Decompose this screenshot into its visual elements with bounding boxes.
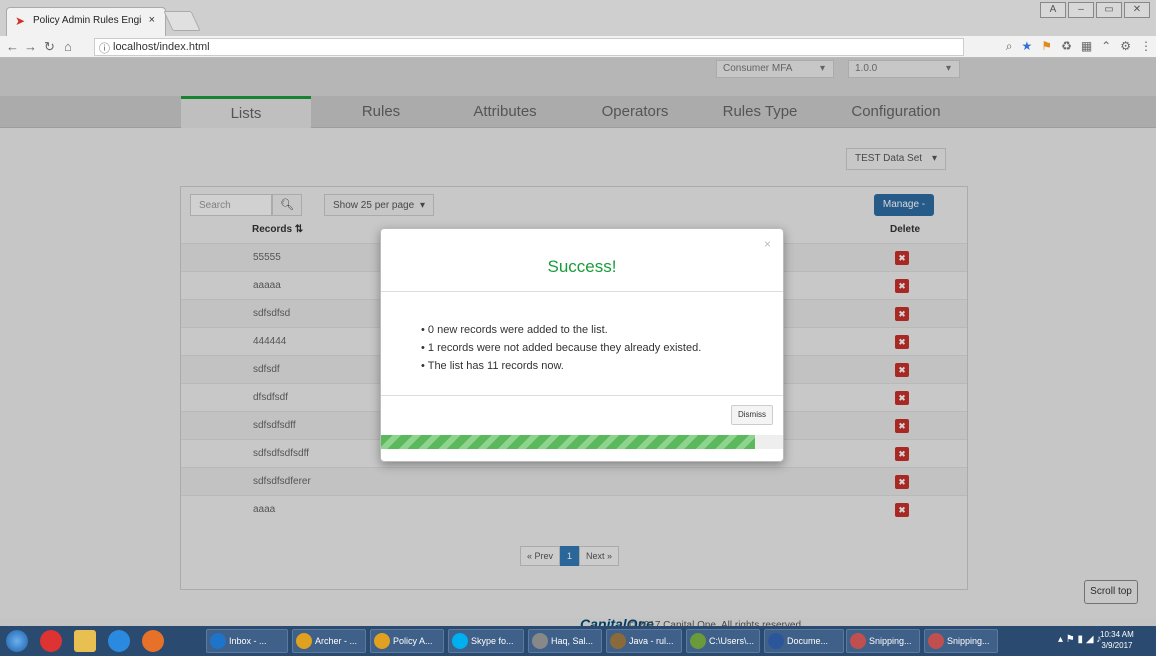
modal-title: Success! (547, 257, 617, 276)
url-text: localhost/index.html (113, 41, 210, 53)
reload-icon[interactable]: ↻ (44, 39, 55, 55)
modal-message: 1 records were not added because they al… (421, 339, 701, 357)
app-icon[interactable] (40, 630, 62, 652)
forward-icon[interactable]: → (24, 39, 37, 54)
file-explorer-icon[interactable] (74, 630, 96, 652)
capitalone-favicon-icon: ➤ (15, 14, 26, 28)
firefox-icon[interactable] (142, 630, 164, 652)
modal-message-list: 0 new records were added to the list. 1 … (421, 321, 702, 375)
maximize-button[interactable]: ▭ (1096, 2, 1122, 18)
start-button-icon[interactable] (6, 630, 28, 652)
minimize-button[interactable]: – (1068, 2, 1094, 18)
clock-date: 3/9/2017 (1101, 641, 1133, 650)
modal-header-divider (381, 291, 783, 292)
window-controls: A – ▭ ✕ (1040, 2, 1150, 22)
back-icon[interactable]: ← (6, 39, 19, 54)
taskbar-clock[interactable]: 10:34 AM 3/9/2017 (1100, 629, 1134, 651)
system-tray-icons[interactable]: ▴ ⚑ ▮ ◢ ♪ (1058, 634, 1101, 645)
up-icon[interactable]: ⌃ (1101, 39, 1111, 54)
modal-footer-divider (381, 395, 783, 396)
extension-icon[interactable]: ⚑ (1041, 39, 1052, 54)
tab-close-icon[interactable]: × (149, 14, 155, 26)
taskbar-button[interactable]: Haq, Sal... (528, 629, 602, 653)
close-window-button[interactable]: ✕ (1124, 2, 1150, 18)
home-icon[interactable]: ⌂ (64, 39, 72, 54)
grid-icon[interactable]: ▦ (1081, 39, 1092, 54)
browser-tab[interactable]: ➤ Policy Admin Rules Engi × (6, 7, 166, 36)
modal-message: The list has 11 records now. (421, 357, 701, 375)
progress-bar (381, 435, 755, 449)
browser-tab-title: Policy Admin Rules Engi (33, 15, 142, 26)
url-input[interactable]: ⓘ localhost/index.html (94, 38, 964, 56)
taskbar-button[interactable]: Snipping... (924, 629, 998, 653)
address-bar-area: ← → ↻ ⌂ ⓘ localhost/index.html ⌕ ★ ⚑ ♻ ▦… (0, 36, 1156, 58)
internet-explorer-icon[interactable] (108, 630, 130, 652)
profile-button[interactable]: A (1040, 2, 1066, 18)
info-icon: ⓘ (99, 43, 110, 55)
recycle-icon[interactable]: ♻ (1061, 39, 1072, 54)
taskbar-button[interactable]: C:\Users\... (686, 629, 760, 653)
close-icon[interactable]: × (764, 237, 771, 251)
success-modal: × Success! 0 new records were added to t… (380, 228, 784, 462)
taskbar-button[interactable]: Snipping... (846, 629, 920, 653)
clock-time: 10:34 AM (1100, 630, 1134, 639)
taskbar-button[interactable]: Inbox - ... (206, 629, 288, 653)
menu-icon[interactable]: ⋮ (1140, 39, 1152, 54)
modal-message: 0 new records were added to the list. (421, 321, 701, 339)
bookmark-star-icon[interactable]: ★ (1022, 39, 1033, 54)
taskbar-button[interactable]: Docume... (764, 629, 844, 653)
taskbar-button[interactable]: Skype fo... (448, 629, 524, 653)
taskbar-button[interactable]: Policy A... (370, 629, 444, 653)
taskbar-button[interactable]: Java - rul... (606, 629, 682, 653)
zoom-icon[interactable]: ⌕ (1006, 39, 1013, 54)
dismiss-button[interactable]: Dismiss (731, 405, 773, 425)
extension-icons: ⌕ ★ ⚑ ♻ ▦ ⌃ ⚙ ⋮ (1006, 39, 1152, 54)
gear-icon[interactable]: ⚙ (1120, 39, 1131, 54)
taskbar-button[interactable]: Archer - ... (292, 629, 366, 653)
